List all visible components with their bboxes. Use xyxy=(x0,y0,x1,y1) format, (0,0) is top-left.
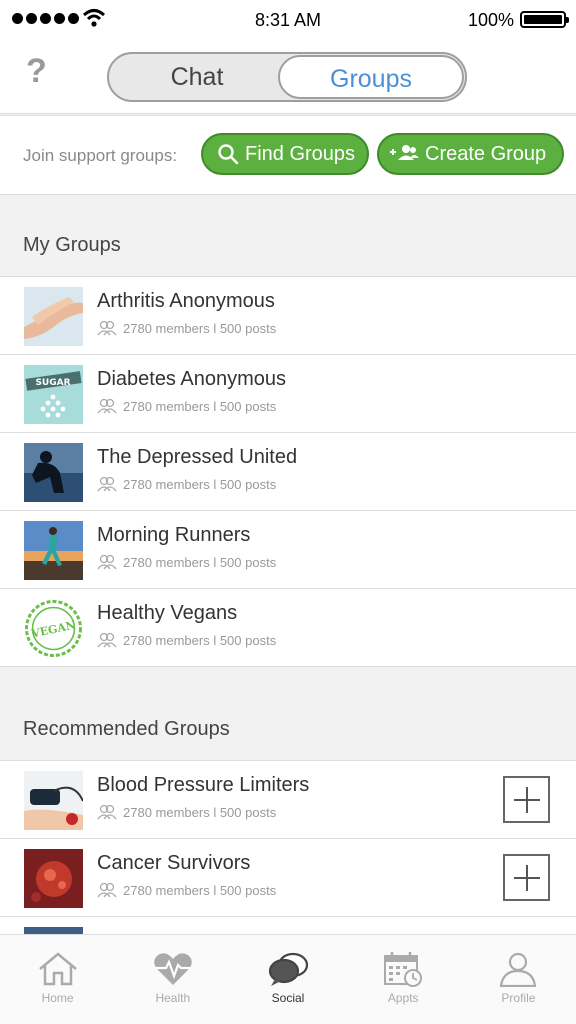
group-name: Arthritis Anonymous xyxy=(97,290,275,312)
tab-label: Social xyxy=(271,991,305,1005)
header: ? Chat Groups xyxy=(0,40,576,114)
group-row-cancer[interactable]: Cancer Survivors 2780 members l 500 post… xyxy=(0,839,576,917)
group-name: Cancer Survivors xyxy=(97,852,251,874)
tab-label: Appts xyxy=(387,991,419,1005)
group-name: Diabetes Anonymous xyxy=(97,368,287,390)
tab-label: Profile xyxy=(501,991,536,1005)
group-name: Healthy Vegans xyxy=(97,602,238,624)
create-group-button[interactable]: Create Group xyxy=(377,133,564,175)
tab-chat[interactable]: Chat xyxy=(109,54,285,100)
search-icon xyxy=(218,144,239,165)
group-row-runners[interactable]: Morning Runners 2780 members l 500 posts xyxy=(0,511,576,589)
group-meta-text: 2780 members l 500 posts xyxy=(123,554,277,570)
group-thumbnail xyxy=(24,443,83,502)
group-name: Blood Pressure Limiters xyxy=(97,774,310,796)
my-groups-title: My Groups xyxy=(23,234,121,256)
chat-bubbles-icon xyxy=(268,952,309,986)
home-icon xyxy=(38,952,77,986)
group-name: The Depressed United xyxy=(97,446,298,468)
svg-text:SUGAR: SUGAR xyxy=(35,378,70,388)
help-icon[interactable]: ? xyxy=(26,52,47,91)
group-meta-text: 2780 members l 500 posts xyxy=(123,804,277,820)
create-group-label: Create Group xyxy=(425,142,547,165)
my-groups-list: Arthritis Anonymous 2780 members l 500 p… xyxy=(0,276,576,667)
battery-icon xyxy=(520,11,569,28)
add-group-icon xyxy=(390,145,419,160)
tab-health[interactable]: Health xyxy=(115,935,230,1024)
group-row-diabetes[interactable]: SUGAR Diabetes Anonymous 2780 members l … xyxy=(0,355,576,433)
battery-percent: 100% xyxy=(467,10,514,30)
find-groups-label: Find Groups xyxy=(245,142,356,165)
group-meta: 2780 members l 500 posts xyxy=(97,554,276,570)
group-meta: 2780 members l 500 posts xyxy=(97,476,276,492)
group-meta-text: 2780 members l 500 posts xyxy=(123,320,277,336)
group-meta: 2780 members l 500 posts xyxy=(97,632,276,648)
tab-bar: Home Health Social Appts Profile xyxy=(0,934,576,1024)
tab-home[interactable]: Home xyxy=(0,935,115,1024)
members-icon xyxy=(97,804,117,820)
members-icon xyxy=(97,554,117,570)
tab-profile[interactable]: Profile xyxy=(461,935,576,1024)
tab-appts[interactable]: Appts xyxy=(346,935,461,1024)
tab-label: Home xyxy=(41,991,74,1005)
group-thumbnail xyxy=(24,849,83,908)
group-meta-text: 2780 members l 500 posts xyxy=(123,882,277,898)
group-row-depressed[interactable]: The Depressed United 2780 members l 500 … xyxy=(0,433,576,511)
tab-groups[interactable]: Groups xyxy=(278,55,464,99)
join-bar: Join support groups: Find Groups Create … xyxy=(0,115,576,195)
group-name: Morning Runners xyxy=(97,524,251,546)
join-label: Join support groups: xyxy=(23,146,178,165)
calendar-icon xyxy=(384,952,423,987)
group-row-arthritis[interactable]: Arthritis Anonymous 2780 members l 500 p… xyxy=(0,277,576,355)
group-thumbnail xyxy=(24,521,83,580)
find-groups-button[interactable]: Find Groups xyxy=(201,133,369,175)
members-icon xyxy=(97,632,117,648)
tab-social[interactable]: Social xyxy=(230,935,345,1024)
group-meta: 2780 members l 500 posts xyxy=(97,882,276,898)
group-row-vegans[interactable]: VEGAN Healthy Vegans 2780 members l 500 … xyxy=(0,589,576,667)
recommended-groups-title: Recommended Groups xyxy=(23,718,230,740)
members-icon xyxy=(97,476,117,492)
group-thumbnail: SUGAR xyxy=(24,365,83,424)
group-meta: 2780 members l 500 posts xyxy=(97,398,276,414)
group-meta-text: 2780 members l 500 posts xyxy=(123,398,277,414)
group-meta: 2780 members l 500 posts xyxy=(97,320,276,336)
person-icon xyxy=(500,952,537,987)
members-icon xyxy=(97,882,117,898)
members-icon xyxy=(97,398,117,414)
add-group-button[interactable] xyxy=(503,854,550,901)
group-row-blood-pressure[interactable]: Blood Pressure Limiters 2780 members l 5… xyxy=(0,761,576,839)
heart-pulse-icon xyxy=(154,953,192,985)
add-group-button[interactable] xyxy=(503,776,550,823)
group-thumbnail: VEGAN xyxy=(24,599,83,658)
group-thumbnail xyxy=(24,771,83,830)
group-meta: 2780 members l 500 posts xyxy=(97,804,276,820)
group-meta-text: 2780 members l 500 posts xyxy=(123,476,277,492)
members-icon xyxy=(97,320,117,336)
group-thumbnail xyxy=(24,287,83,346)
tab-label: Health xyxy=(155,991,191,1005)
status-bar: 8:31 AM 100% xyxy=(0,0,576,40)
group-meta-text: 2780 members l 500 posts xyxy=(123,632,277,648)
segmented-control: Chat Groups xyxy=(107,52,467,102)
